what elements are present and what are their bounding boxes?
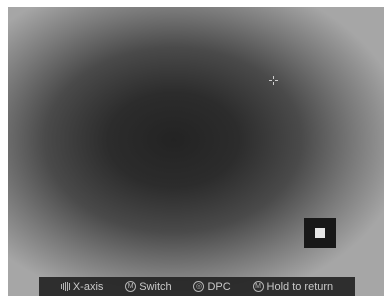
pixel-locator-marker: [315, 228, 325, 238]
crosshair-icon: [269, 76, 278, 85]
hint-dpc: ◎ DPC: [193, 280, 231, 293]
m-button-icon: M: [252, 281, 264, 292]
scroll-wheel-icon: [60, 282, 70, 291]
hint-hold-to-return: M Hold to return: [252, 280, 334, 293]
thermal-viewport: X-axis M Switch ◎ DPC M Hold to return: [8, 7, 384, 296]
m-button-icon: M: [125, 281, 137, 292]
pixel-locator-window: [304, 218, 336, 248]
hint-label: DPC: [207, 280, 231, 293]
hint-switch: M Switch: [125, 280, 172, 293]
camera-button-icon: ◎: [193, 281, 205, 292]
hint-label: Hold to return: [266, 280, 334, 293]
hint-x-axis: X-axis: [60, 280, 104, 293]
control-hint-bar: X-axis M Switch ◎ DPC M Hold to return: [39, 277, 355, 296]
hint-label: Switch: [139, 280, 172, 293]
hint-label: X-axis: [72, 280, 104, 293]
